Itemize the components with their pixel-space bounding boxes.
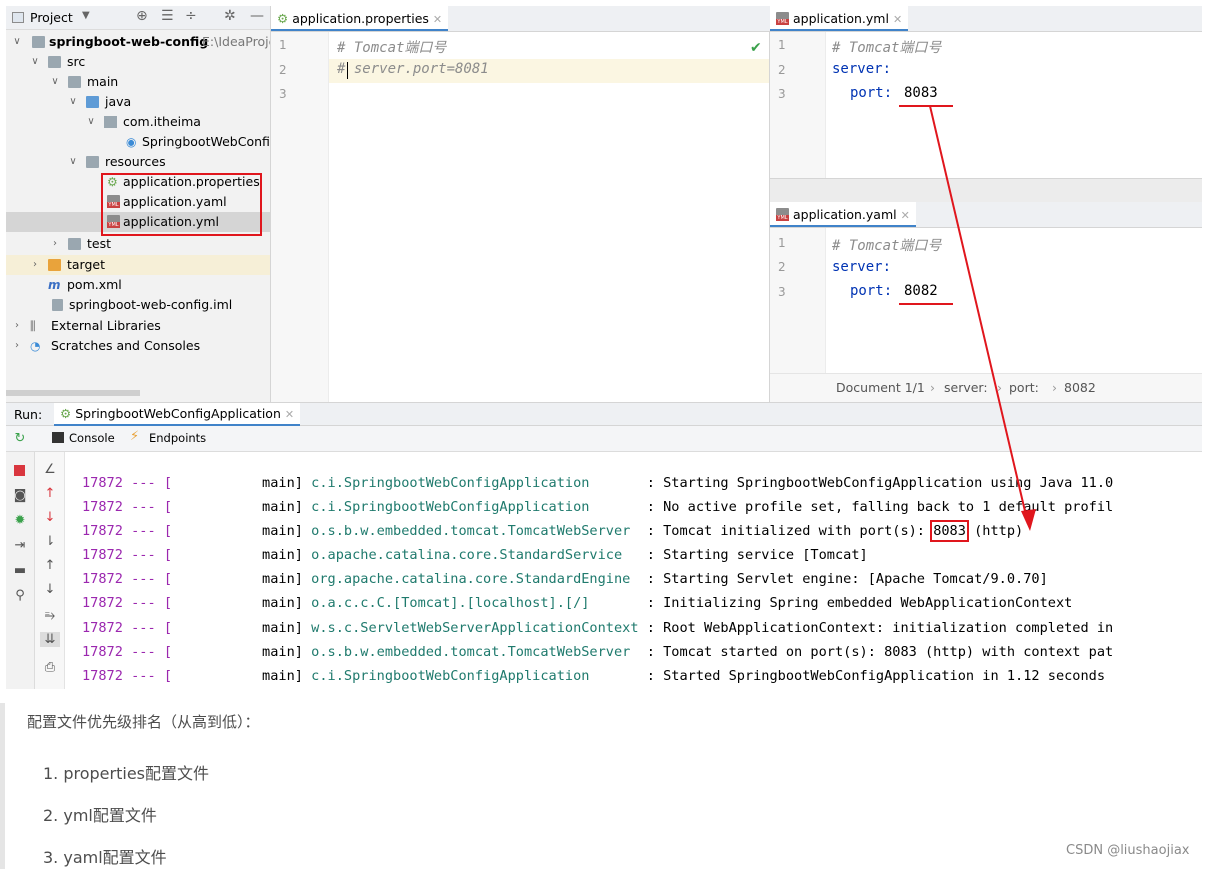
list-item: 2. yml配置文件 bbox=[43, 806, 157, 825]
list-item: 3. yaml配置文件 bbox=[43, 848, 167, 867]
list-item: 1. properties配置文件 bbox=[43, 764, 210, 783]
ide-window: Project ▼ ⊕ ☰ ÷ ✲ — ∨ springboot-web-con… bbox=[6, 6, 1202, 689]
watermark: CSDN @liushaojiax bbox=[1066, 843, 1190, 858]
article-heading: 配置文件优先级排名（从高到低）： bbox=[27, 713, 260, 731]
quote-bar bbox=[0, 703, 5, 869]
annotation-arrow bbox=[929, 105, 1036, 531]
